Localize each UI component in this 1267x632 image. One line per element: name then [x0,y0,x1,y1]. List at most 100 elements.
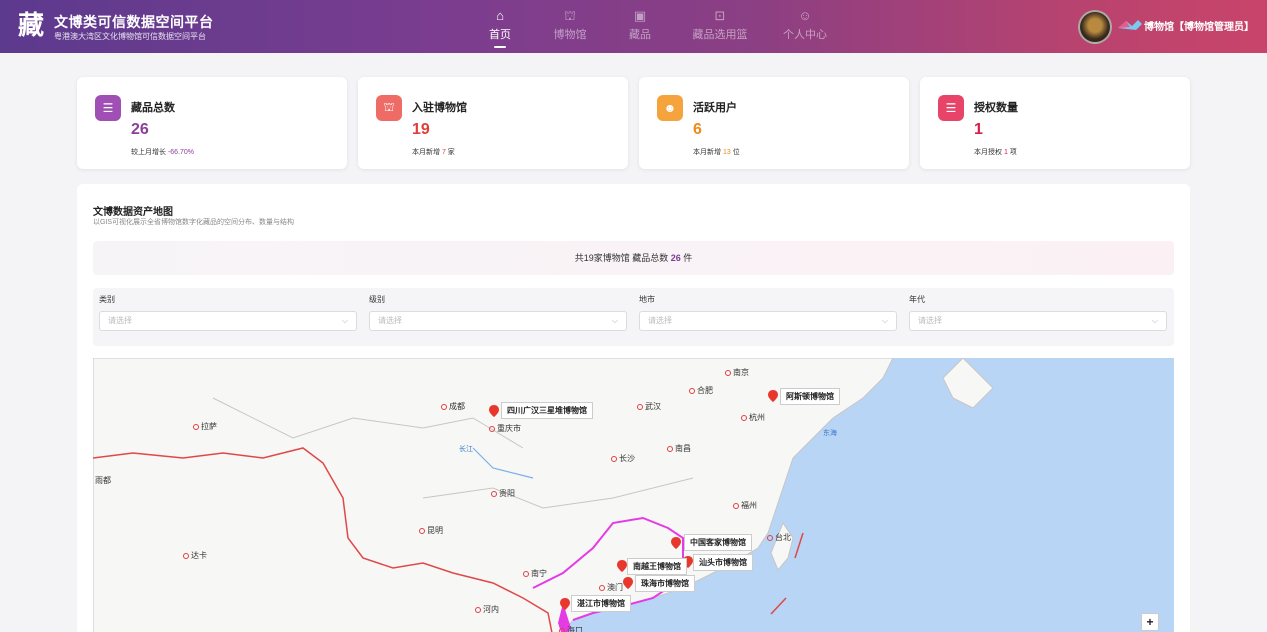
platform-logo-icon: 藏 [18,11,45,41]
stat-card-authorizations: ☰ 授权数量 1 本月授权 1 项 [920,77,1190,169]
gis-map[interactable]: 成都 拉萨 重庆市 武汉 合肥 南京 杭州 长沙 南昌 贵阳 福州 昆明 台北 … [93,358,1174,632]
museum-icon: ⛫ [376,95,402,121]
city-label: 河内 [475,604,499,615]
filter-label: 级别 [369,295,385,304]
section-title: 文博数据资产地图 [93,207,173,218]
users-icon: ☻ [657,95,683,121]
museum-icon: ⛫ [564,8,576,23]
map-land [93,358,994,632]
museum-marker-label[interactable]: 阿斯顿博物馆 [780,388,840,405]
chevron-down-icon: ⌵ [611,316,618,325]
top-header: 藏 文博类可信数据空间平台 粤港澳大湾区文化博物馆可信数据空间平台 ⌂ 首页 ⛫… [0,0,1267,53]
city-label: 杭州 [741,412,765,423]
category-select[interactable]: 请选择 ⌵ [99,311,357,331]
filter-category: 类别 请选择 ⌵ [93,294,357,331]
nav-home[interactable]: ⌂ 首页 [470,8,530,48]
filter-label: 年代 [909,295,925,304]
stat-note: 本月新增 13 位 [693,149,740,156]
nav-home-label: 首页 [489,29,511,41]
map-pin-icon[interactable] [671,537,681,549]
main-nav: ⌂ 首页 ⛫ 博物馆 ▣ 藏品 ⊡ 藏品选用篮 ☺ 个人中心 [470,8,850,48]
stat-value: 19 [412,121,430,138]
chevron-down-icon: ⌵ [1151,316,1158,325]
filter-city: 地市 请选择 ⌵ [633,294,897,331]
stat-note: 本月授权 1 项 [974,149,1017,156]
filter-bar: 类别 请选择 ⌵ 级别 请选择 ⌵ 地市 请选择 ⌵ 年代 请选择 ⌵ [93,288,1174,346]
museum-marker-label[interactable]: 珠海市博物馆 [635,575,695,592]
city-label: 南昌 [667,443,691,454]
nav-profile[interactable]: ☺ 个人中心 [770,8,840,42]
section-subtitle: 以GIS可视化展示全省博物馆数字化藏品的空间分布、数量与结构 [93,219,295,226]
platform-title: 文博类可信数据空间平台 [54,14,214,30]
chevron-down-icon: ⌵ [881,316,888,325]
org-logo-icon [1118,20,1142,30]
sea-label: 东海 [823,430,837,437]
filter-level: 级别 请选择 ⌵ [363,294,627,331]
city-label: 合肥 [689,385,713,396]
museum-marker-label[interactable]: 南越王博物馆 [627,558,687,575]
city-label: 福州 [733,500,757,511]
city-label: 成都 [441,401,465,412]
database-icon: ☰ [95,95,121,121]
asset-map-panel: 文博数据资产地图 以GIS可视化展示全省博物馆数字化藏品的空间分布、数量与结构 … [77,184,1190,632]
city-select[interactable]: 请选择 ⌵ [639,311,897,331]
stat-card-collections: ☰ 藏品总数 26 较上月增长 -66.70% [77,77,347,169]
museum-marker-label[interactable]: 汕头市博物馆 [693,554,753,571]
database-icon: ☰ [938,95,964,121]
zoom-in-button[interactable]: + [1141,613,1159,631]
filter-label: 地市 [639,295,655,304]
map-pin-icon[interactable] [489,405,499,417]
city-label: 澳门 [599,582,623,593]
city-label: 南宁 [523,568,547,579]
collection-icon: ▣ [633,8,647,23]
stat-note: 较上月增长 -66.70% [131,149,195,156]
nav-museum[interactable]: ⛫ 博物馆 [540,8,600,42]
nav-cart[interactable]: ⊡ 藏品选用篮 [680,8,760,42]
era-select[interactable]: 请选择 ⌵ [909,311,1167,331]
stat-label: 活跃用户 [693,102,737,114]
city-label: 台北 [767,532,791,543]
stat-card-users: ☻ 活跃用户 6 本月新增 13 位 [639,77,909,169]
city-label: 武汉 [637,401,661,412]
summary-bar: 共19家博物馆 藏品总数 26 件 [93,241,1174,275]
nav-collection[interactable]: ▣ 藏品 [610,8,670,42]
platform-subtitle: 粤港澳大湾区文化博物馆可信数据空间平台 [54,32,206,41]
city-label: 南京 [725,367,749,378]
museum-marker-label[interactable]: 中国客家博物馆 [684,534,752,551]
map-pin-icon[interactable] [560,598,570,610]
city-label: 昆明 [419,525,443,536]
map-pin-icon[interactable] [623,577,633,589]
city-label: 重庆市 [489,423,521,434]
city-label: 贵阳 [491,488,515,499]
city-label: 拉萨 [193,421,217,432]
nav-collection-label: 藏品 [629,29,651,41]
city-label: 长沙 [611,453,635,464]
stat-value: 1 [974,121,983,138]
museum-marker-label[interactable]: 四川广汉三星堆博物馆 [501,402,593,419]
stat-card-museums: ⛫ 入驻博物馆 19 本月新增 7 家 [358,77,628,169]
museum-marker-label[interactable]: 湛江市博物馆 [571,595,631,612]
level-select[interactable]: 请选择 ⌵ [369,311,627,331]
filter-label: 类别 [99,295,115,304]
cart-icon: ⊡ [714,8,726,23]
city-label: 达卡 [183,550,207,561]
stat-label: 入驻博物馆 [412,102,467,114]
map-pin-icon[interactable] [617,560,627,572]
stat-value: 26 [131,121,149,138]
map-pin-icon[interactable] [768,390,778,402]
user-name[interactable]: 博物馆【博物馆管理员】 [1144,18,1254,33]
nav-cart-label: 藏品选用篮 [692,29,748,41]
stat-label: 藏品总数 [131,102,175,114]
avatar[interactable] [1078,10,1112,44]
stat-value: 6 [693,121,702,138]
filter-era: 年代 请选择 ⌵ [903,294,1167,331]
city-label: 海口 [559,625,583,632]
user-icon: ☺ [798,8,812,23]
city-label: 雨都 [93,475,111,486]
nav-museum-label: 博物馆 [553,29,587,41]
home-icon: ⌂ [496,8,504,23]
stat-note: 本月新增 7 家 [412,149,455,156]
river-label: 长江 [459,446,473,453]
chevron-down-icon: ⌵ [341,316,348,325]
nav-profile-label: 个人中心 [783,29,827,41]
